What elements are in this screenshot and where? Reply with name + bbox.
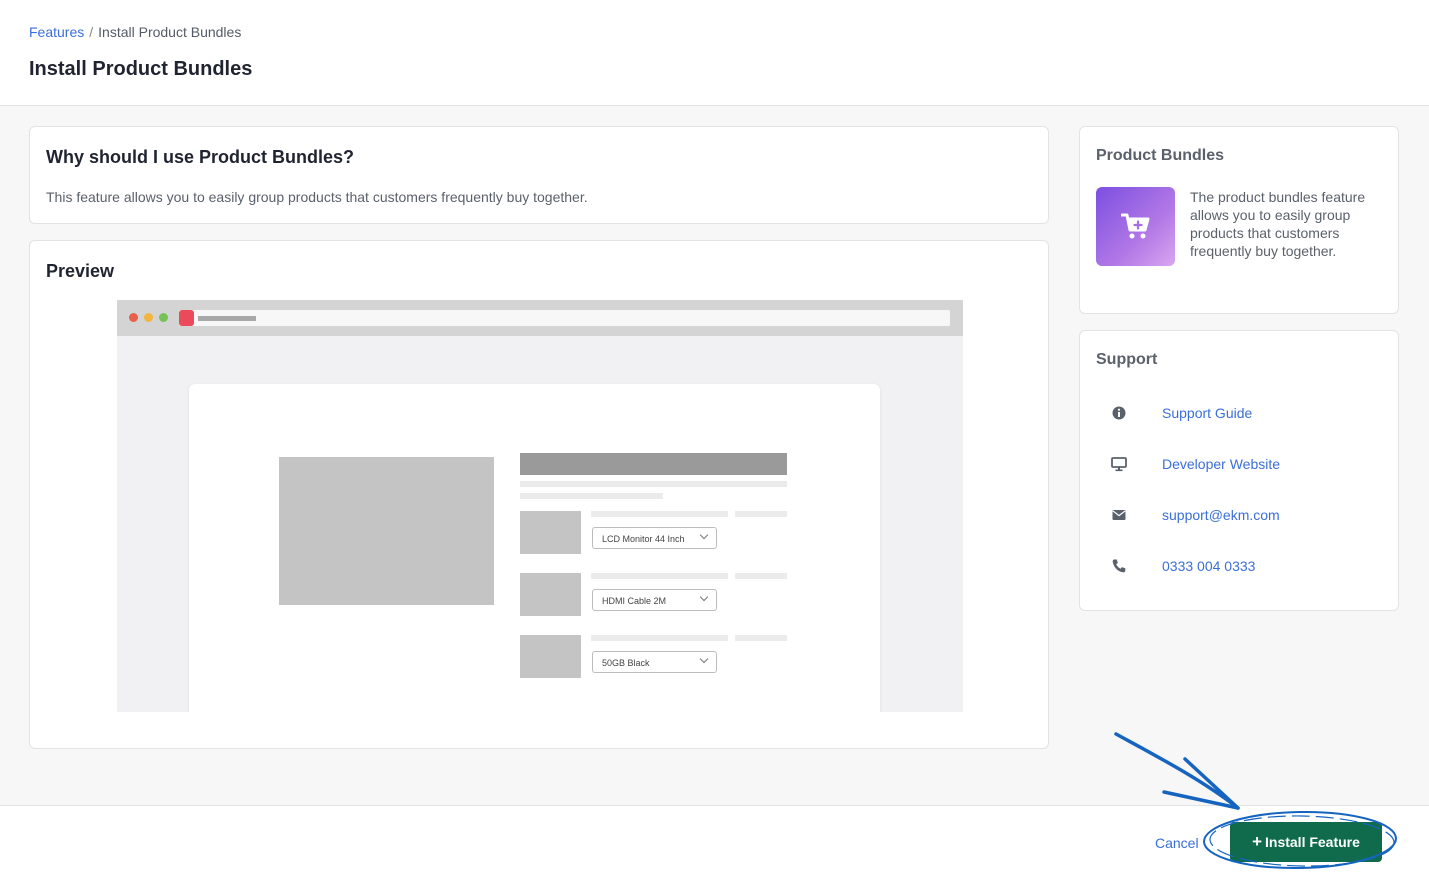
plus-icon: + — [1252, 832, 1262, 851]
support-email-link[interactable]: support@ekm.com — [1162, 507, 1280, 523]
support-item-phone[interactable]: 0333 004 0333 — [1080, 555, 1400, 579]
mock-select-value: LCD Monitor 44 Inch — [602, 534, 685, 544]
feature-logo — [1096, 187, 1175, 266]
chevron-down-icon — [699, 592, 709, 602]
mock-address-bar — [179, 310, 950, 326]
why-title: Why should I use Product Bundles? — [46, 147, 355, 167]
envelope-icon — [1112, 510, 1126, 520]
mock-product-panel: LCD Monitor 44 Inch HDMI Cable 2M 50GB B… — [189, 384, 880, 712]
install-feature-label: Install Feature — [1265, 834, 1360, 850]
preview-title: Preview — [46, 261, 115, 281]
feature-info-card: Product Bundles The product bundles feat… — [1079, 126, 1399, 314]
annotation-arrow-icon — [1114, 732, 1240, 810]
feature-info-title: Product Bundles — [1096, 147, 1225, 164]
mock-close-dot — [129, 313, 138, 322]
mock-minimize-dot — [144, 313, 153, 322]
breadcrumb: Features / Install Product Bundles — [29, 24, 241, 40]
mock-text-line — [735, 635, 787, 641]
why-description: This feature allows you to easily group … — [46, 189, 588, 205]
mock-text-line — [591, 511, 728, 517]
mock-select-value: 50GB Black — [602, 658, 650, 668]
support-item-guide[interactable]: Support Guide — [1080, 402, 1400, 426]
cancel-button[interactable]: Cancel — [1155, 835, 1199, 851]
cart-plus-icon — [1121, 213, 1150, 239]
mock-text-line — [735, 573, 787, 579]
mock-url-placeholder — [198, 316, 256, 321]
mock-text-line — [591, 573, 728, 579]
breadcrumb-separator: / — [89, 24, 94, 40]
preview-mockup: LCD Monitor 44 Inch HDMI Cable 2M 50GB B… — [117, 300, 963, 712]
mock-bundle-select: LCD Monitor 44 Inch — [592, 527, 717, 549]
mock-select-value: HDMI Cable 2M — [602, 596, 667, 606]
chevron-down-icon — [699, 654, 709, 664]
chevron-down-icon — [699, 530, 709, 540]
developer-website-link[interactable]: Developer Website — [1162, 456, 1280, 472]
support-card: Support Support Guide Developer Website … — [1079, 330, 1399, 611]
mock-text-line — [520, 481, 787, 487]
mock-bundle-select: 50GB Black — [592, 651, 717, 673]
info-icon — [1112, 406, 1126, 420]
breadcrumb-current: Install Product Bundles — [98, 24, 242, 40]
page-header: Features / Install Product Bundles Install… — [0, 0, 1429, 106]
mock-product-title — [520, 453, 787, 475]
annotation-arrowhead — [1162, 757, 1240, 810]
feature-info-description: The product bundles feature allows you t… — [1190, 189, 1366, 259]
mock-bundle-thumb — [520, 573, 581, 616]
support-title: Support — [1096, 351, 1158, 368]
mock-browser-bar — [117, 300, 963, 336]
mock-bundle-select: HDMI Cable 2M — [592, 589, 717, 611]
mock-favicon — [179, 310, 194, 326]
mock-bundle-thumb — [520, 511, 581, 554]
support-phone-link[interactable]: 0333 004 0333 — [1162, 558, 1255, 574]
mock-text-line — [591, 635, 728, 641]
install-feature-button[interactable]: + Install Feature — [1230, 822, 1382, 862]
preview-card: Preview LCD Monitor 44 Inch HDMI Cable 2… — [29, 240, 1049, 749]
support-guide-link[interactable]: Support Guide — [1162, 405, 1252, 421]
support-item-email[interactable]: support@ekm.com — [1080, 504, 1400, 528]
page-title: Install Product Bundles — [29, 58, 253, 80]
phone-icon — [1112, 559, 1126, 573]
footer-bar: Cancel + Install Feature — [0, 805, 1429, 876]
mock-product-image — [279, 457, 494, 605]
monitor-icon — [1111, 457, 1127, 472]
support-item-developer[interactable]: Developer Website — [1080, 453, 1400, 477]
why-card: Why should I use Product Bundles? This f… — [29, 126, 1049, 224]
breadcrumb-features-link[interactable]: Features — [29, 24, 84, 40]
mock-text-line — [520, 493, 663, 499]
mock-maximize-dot — [159, 313, 168, 322]
mock-bundle-thumb — [520, 635, 581, 678]
mock-text-line — [735, 511, 787, 517]
